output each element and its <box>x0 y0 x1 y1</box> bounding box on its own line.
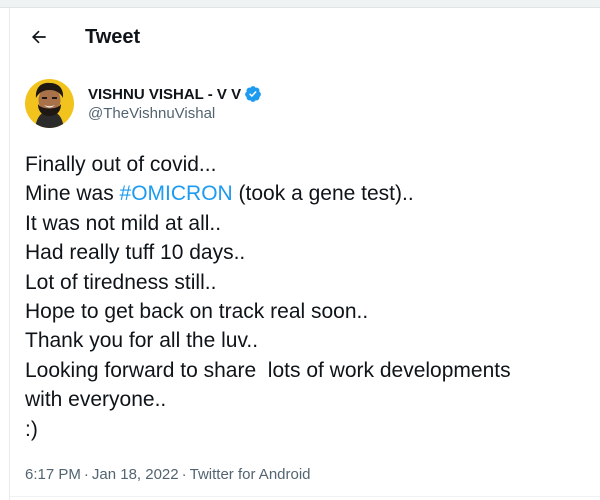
tweet-line: Mine was #OMICRON (took a gene test).. <box>25 182 414 206</box>
meta-separator: · <box>181 466 187 483</box>
column-border <box>9 8 10 500</box>
tweet-text: Finally out of covid... Mine was #OMICRO… <box>25 150 597 444</box>
avatar[interactable] <box>25 79 74 128</box>
tweet-line: Thank you for all the luv.. <box>25 329 259 353</box>
tweet-line: It was not mild at all.. <box>25 211 222 235</box>
profile-avatar-image <box>25 79 74 128</box>
tweet-time[interactable]: 6:17 PM <box>25 466 81 483</box>
arrow-left-icon <box>31 30 46 44</box>
tweet-line: :) <box>25 417 38 441</box>
author-handle[interactable]: @TheVishnuVishal <box>88 105 215 122</box>
browser-top-strip <box>0 0 600 8</box>
tweet-page: Tweet VISHNU VISHAL - V V @TheVishnuVish… <box>0 0 600 500</box>
tweet-meta: 6:17 PM · Jan 18, 2022 · Twitter for Android <box>25 466 311 483</box>
tweet-line: Finally out of covid... <box>25 153 217 176</box>
hashtag-link[interactable]: #OMICRON <box>120 182 233 205</box>
tweet-line: Hope to get back on track real soon.. <box>25 299 369 323</box>
tweet-line: Had really tuff 10 days.. <box>25 241 246 265</box>
tweet-header: Tweet <box>10 8 600 70</box>
tweet-source[interactable]: Twitter for Android <box>190 466 311 483</box>
meta-separator: · <box>83 466 89 483</box>
tweet-line: with everyone.. <box>25 388 167 412</box>
verified-badge-icon <box>245 86 261 102</box>
divider <box>10 496 600 497</box>
author-name-row[interactable]: VISHNU VISHAL - V V <box>88 84 262 104</box>
tweet-line: Lot of tiredness still.. <box>25 270 217 294</box>
tweet-date[interactable]: Jan 18, 2022 <box>92 466 179 483</box>
display-name[interactable]: VISHNU VISHAL - V V <box>88 86 241 103</box>
back-button[interactable] <box>26 24 52 50</box>
header-title: Tweet <box>85 26 141 48</box>
tweet-line: Looking forward to share lots of work de… <box>25 358 511 382</box>
